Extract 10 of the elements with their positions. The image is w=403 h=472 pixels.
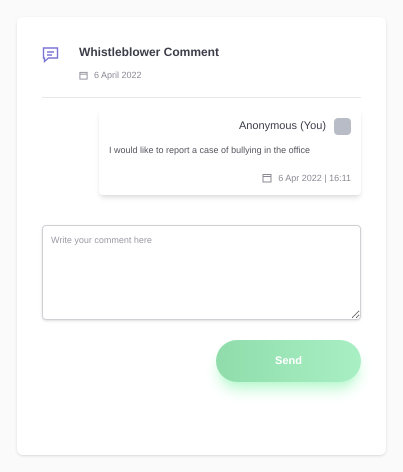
comment-timestamp: 6 Apr 2022 | 16:11 — [278, 172, 351, 185]
calendar-icon — [262, 173, 272, 184]
avatar — [334, 118, 351, 134]
comment-icon — [42, 46, 59, 63]
comment-input-field[interactable]: Write your comment here — [42, 225, 361, 320]
comment-date: 6 April 2022 — [94, 69, 142, 82]
calendar-icon — [79, 71, 88, 80]
comment-title: Whistleblower Comment — [79, 44, 220, 61]
author-name: Anonymous (You) — [238, 118, 326, 134]
comment-text: I would like to report a case of bullying in the office — [109, 144, 311, 157]
